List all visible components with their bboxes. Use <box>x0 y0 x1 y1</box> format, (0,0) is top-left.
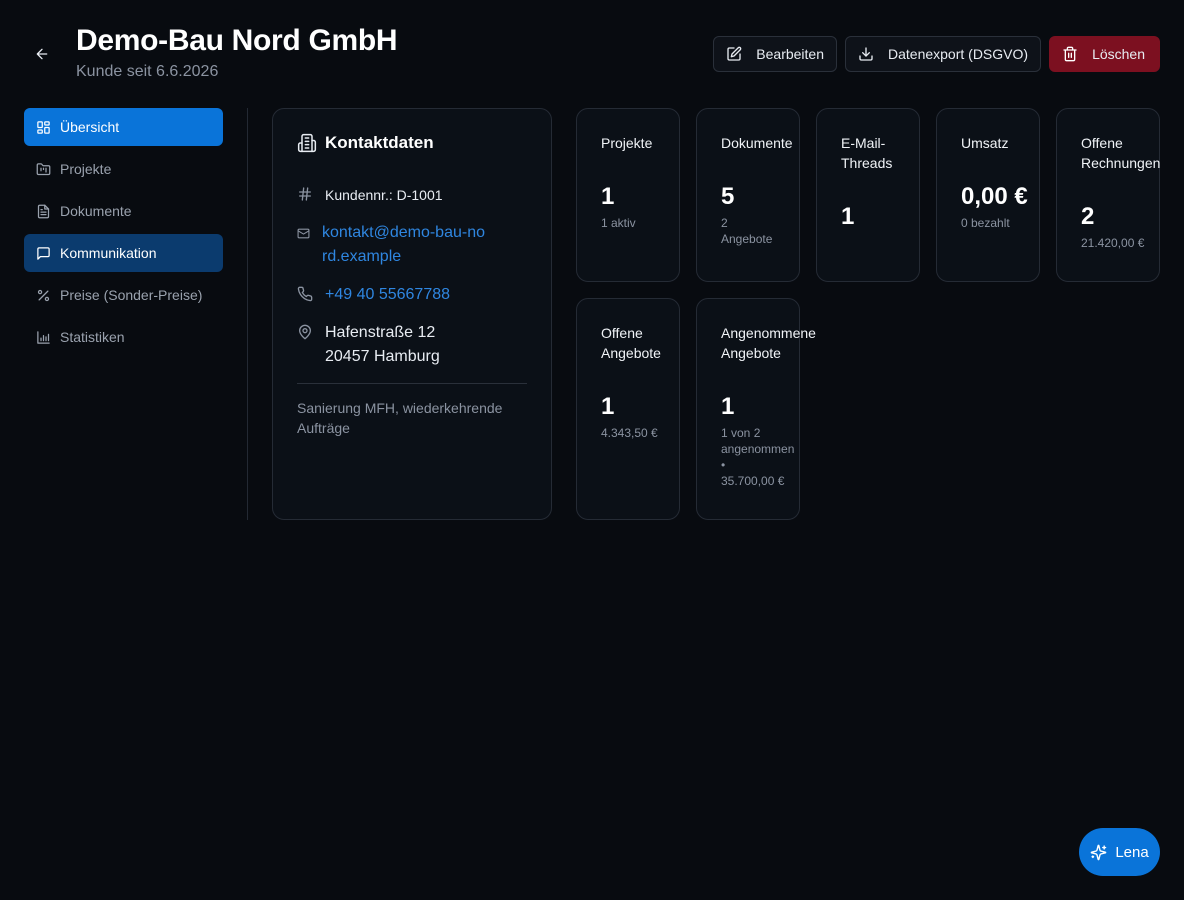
sidebar-item-label: Preise (Sonder-Preise) <box>60 287 203 303</box>
stat-label: Offene Rechnungen <box>1081 135 1161 171</box>
contact-card-title: Kontaktdaten <box>325 133 434 152</box>
stat-label: Projekte <box>601 135 653 151</box>
phone-icon <box>297 286 313 302</box>
folder-kanban-icon <box>36 163 51 176</box>
sidebar-item-label: Dokumente <box>60 203 132 219</box>
stat-label: Dokumente <box>721 135 793 151</box>
header-actions: Bearbeiten Datenexport (DSGVO) Löschen <box>713 36 1160 72</box>
phone-link[interactable]: +49 40 55667788 <box>325 283 450 307</box>
stat-card-email-threads[interactable]: E-Mail- Threads 1 <box>816 108 920 282</box>
trash-icon <box>1063 46 1077 62</box>
bar-chart-icon <box>37 331 50 344</box>
phone-row: +49 40 55667788 <box>297 283 527 307</box>
address-city: 20457 Hamburg <box>325 348 440 365</box>
customer-number-row: Kundennr.: D-1001 <box>297 183 527 207</box>
address: Hafenstraße 12 20457 Hamburg <box>325 321 440 369</box>
edit-icon <box>727 46 742 61</box>
address-row: Hafenstraße 12 20457 Hamburg <box>297 321 527 369</box>
customer-detail-page: Demo-Bau Nord GmbH Kunde seit 6.6.2026 B… <box>0 0 1184 900</box>
delete-button-label: Löschen <box>1092 46 1145 62</box>
message-square-icon <box>37 247 50 260</box>
page-subtitle: Kunde seit 6.6.2026 <box>76 63 219 80</box>
address-street: Hafenstraße 12 <box>325 324 436 341</box>
customer-notes: Sanierung MFH, wiederkehrende Aufträge <box>297 400 503 436</box>
download-icon <box>859 47 873 61</box>
sidebar-item-kommunikation[interactable]: Kommunikation <box>24 234 223 272</box>
stat-value: 1 <box>601 183 615 210</box>
sidebar-item-statistiken[interactable]: Statistiken <box>24 318 223 356</box>
arrow-left-icon <box>36 48 48 60</box>
edit-button-label: Bearbeiten <box>756 46 824 62</box>
contact-card-header: Kontaktdaten <box>297 133 527 153</box>
stat-sub: 1 aktiv <box>601 216 636 230</box>
sidebar-item-uebersicht[interactable]: Übersicht <box>24 108 223 146</box>
stat-sub: 0 bezahlt <box>961 216 1010 230</box>
map-pin-icon <box>299 324 311 340</box>
stat-card-projekte[interactable]: Projekte 1 1 aktiv <box>576 108 680 282</box>
hash-icon <box>299 187 311 201</box>
stat-label: E-Mail- Threads <box>841 135 893 171</box>
delete-button[interactable]: Löschen <box>1049 36 1160 72</box>
stat-value: 0,00 € <box>961 183 1028 210</box>
file-text-icon <box>37 204 50 219</box>
stat-value: 1 <box>841 203 855 230</box>
edit-button[interactable]: Bearbeiten <box>713 36 837 72</box>
mail-icon <box>297 228 310 239</box>
contact-card: Kontaktdaten Kundennr.: D-1001 kontakt@d… <box>272 108 552 520</box>
email-link[interactable]: kontakt@demo-bau-nord.example <box>322 221 487 269</box>
lena-assistant-button[interactable]: Lena <box>1079 828 1160 876</box>
sidebar-nav: Übersicht Projekte Dokumente Kommunikati… <box>24 108 223 360</box>
building-icon <box>297 133 317 153</box>
stat-card-umsatz[interactable]: Umsatz 0,00 € 0 bezahlt <box>936 108 1040 282</box>
sidebar-item-label: Übersicht <box>60 119 120 135</box>
stat-value: 2 <box>1081 203 1095 230</box>
export-button-label: Datenexport (DSGVO) <box>888 46 1029 62</box>
sidebar-item-label: Kommunikation <box>60 245 157 261</box>
sidebar-item-preise[interactable]: Preise (Sonder-Preise) <box>24 276 223 314</box>
sidebar-item-label: Statistiken <box>60 329 125 345</box>
customer-number: Kundennr.: D-1001 <box>325 187 443 203</box>
email-row: kontakt@demo-bau-nord.example <box>297 221 527 269</box>
stat-value: 5 <box>721 183 735 210</box>
stat-sub: 1 von 2 angenommen • 35.700,00 € <box>721 426 795 488</box>
percent-icon <box>37 289 50 302</box>
stat-label: Angenommene Angebote <box>721 325 816 361</box>
sidebar-item-projekte[interactable]: Projekte <box>24 150 223 188</box>
sidebar-divider <box>247 108 248 520</box>
lena-label: Lena <box>1115 843 1149 861</box>
stat-card-offene-angebote[interactable]: Offene Angebote 1 4.343,50 € <box>576 298 680 520</box>
stat-sub: 21.420,00 € <box>1081 236 1145 250</box>
sidebar-item-dokumente[interactable]: Dokumente <box>24 192 223 230</box>
back-button[interactable] <box>30 42 54 66</box>
stat-value: 1 <box>601 393 615 420</box>
sparkles-icon <box>1090 844 1107 860</box>
stat-value: 1 <box>721 393 735 420</box>
contact-card-divider <box>297 383 527 384</box>
layout-dashboard-icon <box>37 121 50 134</box>
stat-card-dokumente[interactable]: Dokumente 5 2 Angebote <box>696 108 800 282</box>
stat-card-offene-rechnungen[interactable]: Offene Rechnungen 2 21.420,00 € <box>1056 108 1160 282</box>
sidebar-item-label: Projekte <box>60 161 112 177</box>
stat-sub: 4.343,50 € <box>601 426 658 440</box>
stat-sub: 2 Angebote <box>721 216 773 246</box>
export-button[interactable]: Datenexport (DSGVO) <box>845 36 1042 72</box>
stat-card-angenommene-angebote[interactable]: Angenommene Angebote 1 1 von 2 angenomme… <box>696 298 816 520</box>
page-title: Demo-Bau Nord GmbH <box>76 24 398 57</box>
stat-label: Umsatz <box>961 135 1009 151</box>
stat-label: Offene Angebote <box>601 325 661 361</box>
